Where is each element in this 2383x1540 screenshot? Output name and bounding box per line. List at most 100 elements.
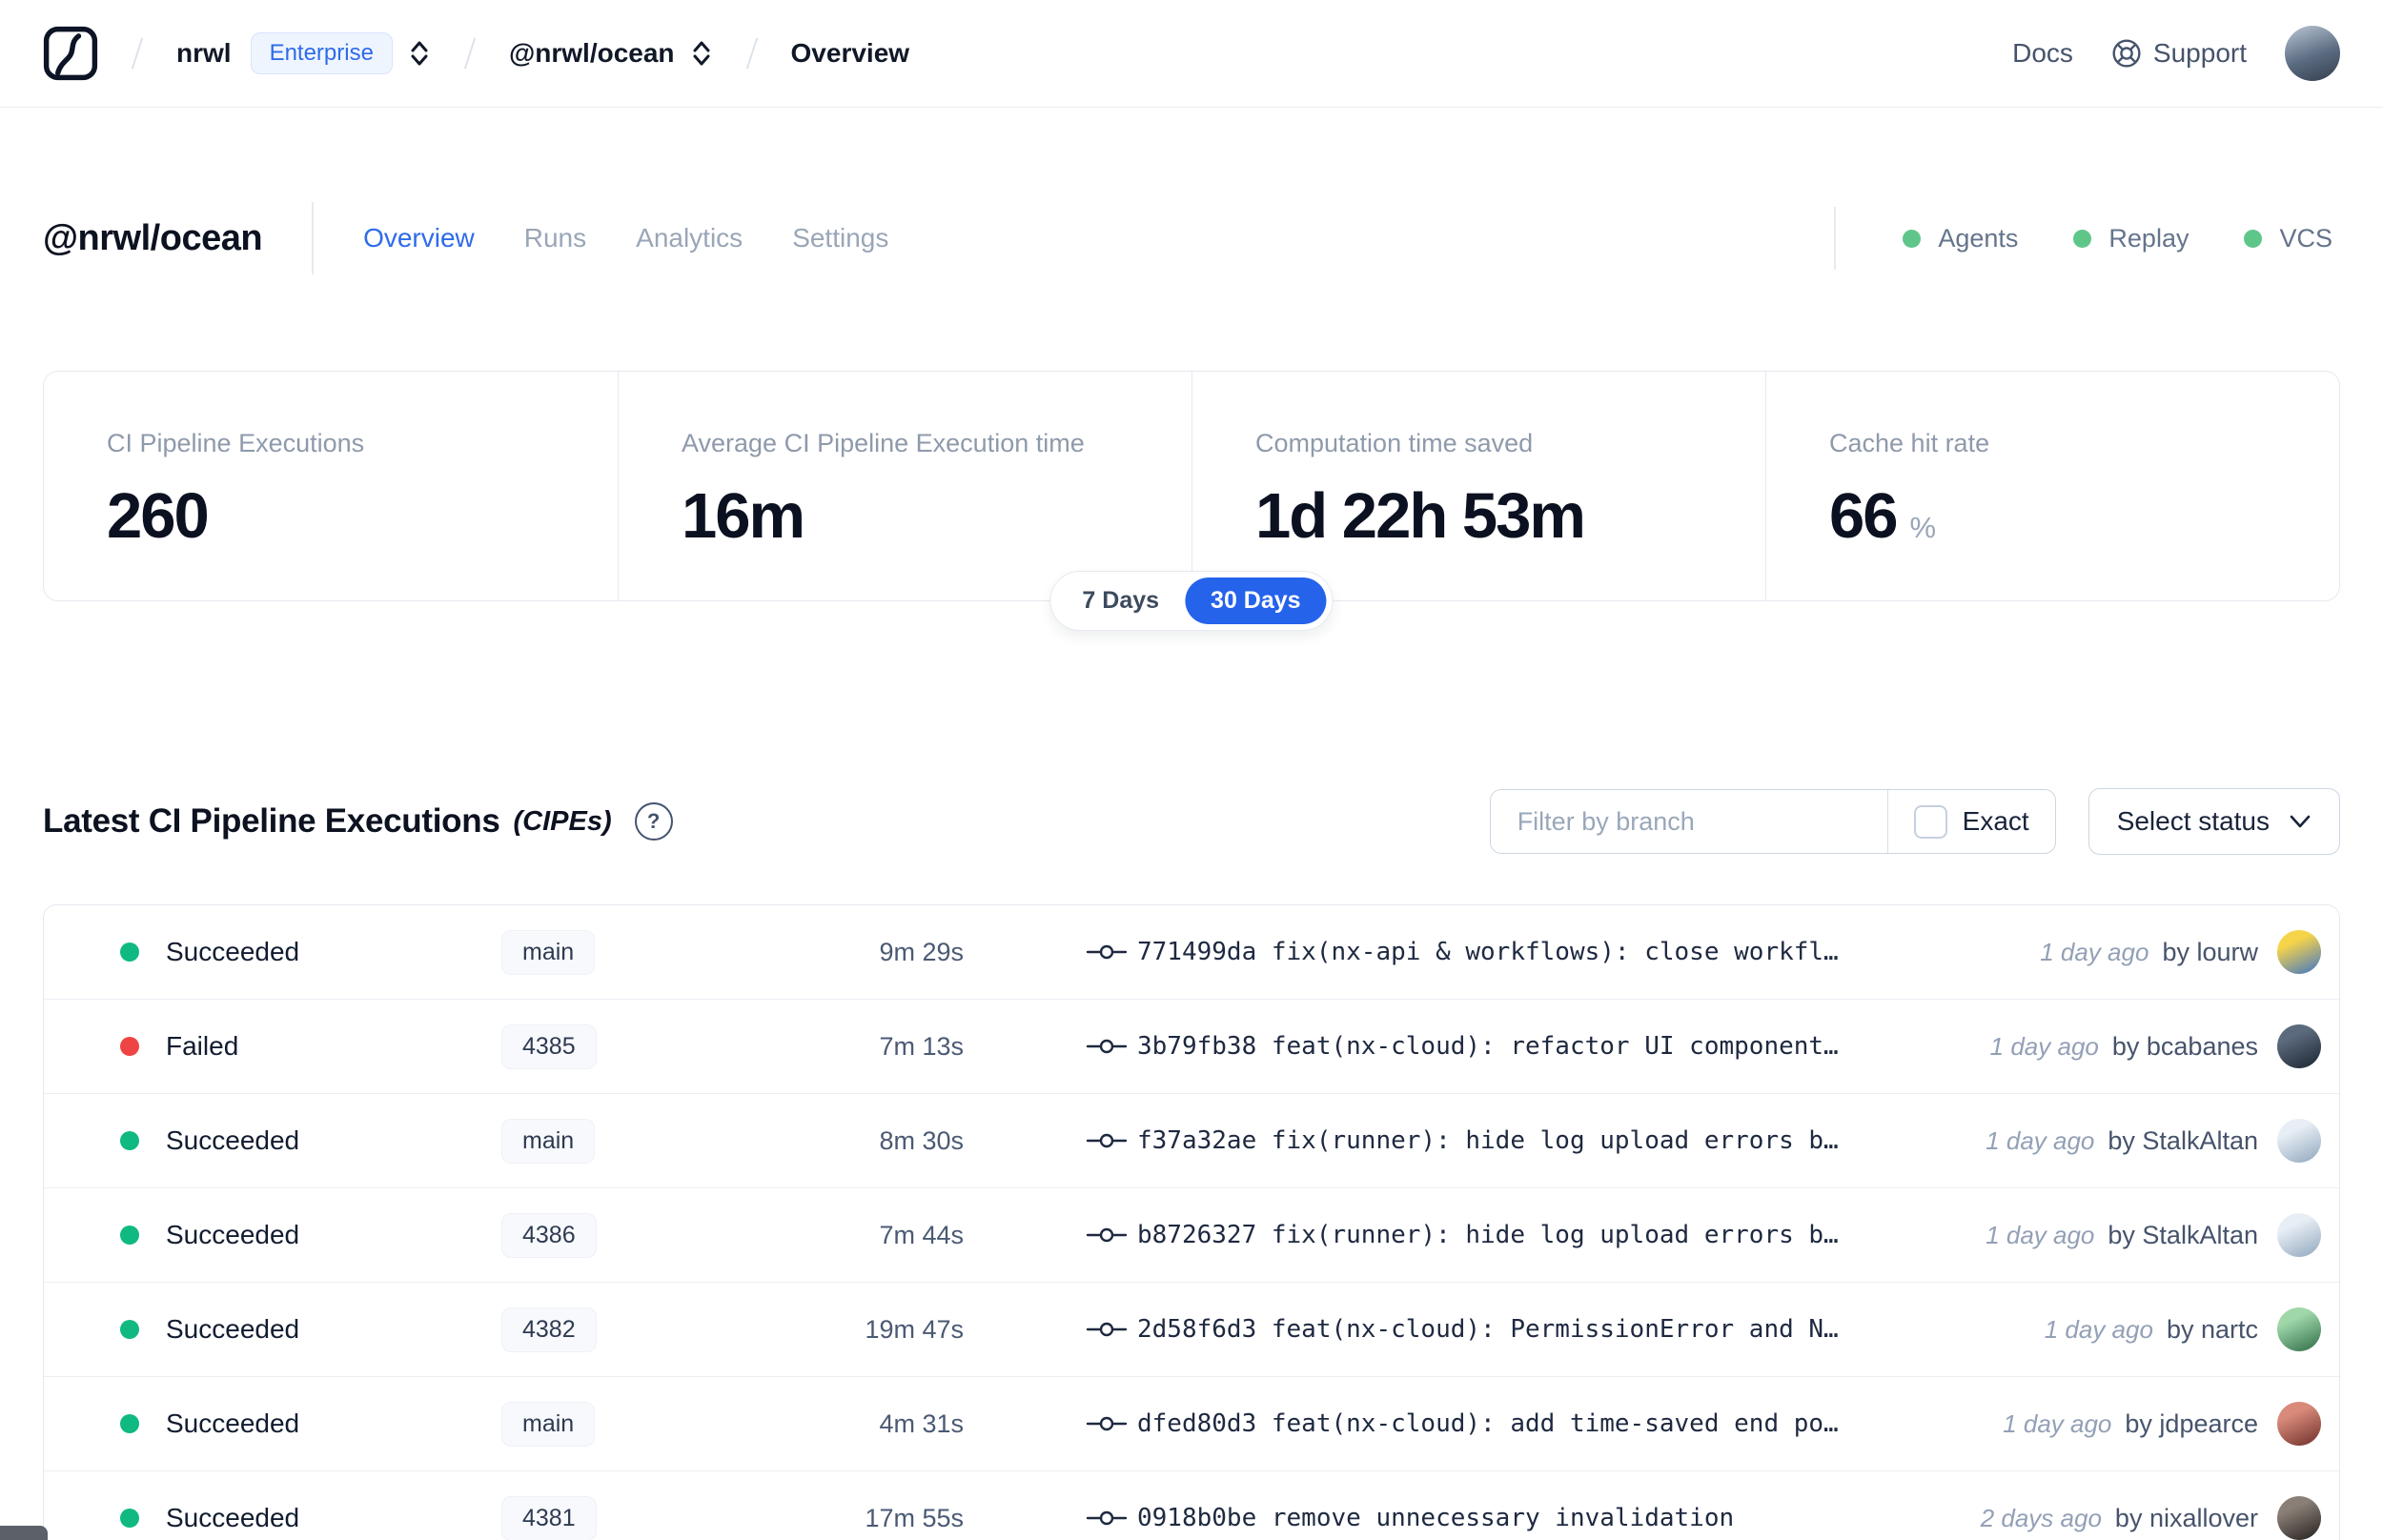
stat-average-execution-time: Average CI Pipeline Execution time 16m (618, 372, 1192, 600)
status-dot (120, 1509, 139, 1528)
help-icon[interactable]: ? (634, 802, 673, 841)
avatar[interactable] (2277, 1213, 2321, 1257)
commit-time: 2 days ago (1980, 1503, 2102, 1532)
status-label: Succeeded (166, 937, 300, 966)
commit-meta: 2 days ago by nixallover (1981, 1496, 2321, 1540)
tab-runs[interactable]: Runs (524, 223, 586, 253)
duration: 7m 13s (879, 1031, 964, 1061)
branch-badge[interactable]: main (501, 1401, 596, 1447)
service-status-replay[interactable]: Replay (2073, 224, 2189, 253)
branch-badge[interactable]: 4381 (501, 1495, 597, 1540)
stat-ci-pipeline-executions: CI Pipeline Executions 260 (107, 429, 365, 552)
breadcrumb-separator (463, 37, 477, 70)
table-row[interactable]: Succeeded 4381 17m 55s 0918b0be remove u… (44, 1470, 2339, 1540)
cipe-table: Succeeded main 9m 29s 771499da fix(nx-ap… (43, 904, 2340, 1540)
range-30-days-button[interactable]: 30 Days (1185, 578, 1327, 624)
branch-badge[interactable]: main (501, 929, 596, 975)
workspace-switcher-chevron-icon[interactable] (690, 38, 713, 69)
branch-filter-input[interactable] (1490, 790, 1887, 853)
range-7-days-button[interactable]: 7 Days (1056, 578, 1185, 624)
support-link[interactable]: Support (2111, 38, 2247, 69)
commit-time: 1 day ago (1986, 1220, 2095, 1249)
status-label: Failed (166, 1031, 239, 1061)
tab-overview[interactable]: Overview (363, 223, 475, 253)
status-dot (120, 942, 139, 962)
table-row[interactable]: Failed 4385 7m 13s 3b79fb38 feat(nx-clou… (44, 999, 2339, 1093)
commit-time: 1 day ago (1989, 1031, 2099, 1061)
workspace-tabs: Overview Runs Analytics Settings (363, 223, 888, 253)
table-row[interactable]: Succeeded main 9m 29s 771499da fix(nx-ap… (44, 905, 2339, 999)
exact-label: Exact (1962, 806, 2029, 836)
branch-filter-group: Exact (1489, 789, 2056, 854)
commit-message[interactable]: 3b79fb38 feat(nx-cloud): refactor UI com… (1137, 1032, 1990, 1061)
cipe-section-header: Latest CI Pipeline Executions (CIPEs) ? … (43, 788, 2340, 855)
commit-time: 1 day ago (2044, 1314, 2153, 1344)
exact-filter[interactable]: Exact (1886, 790, 2055, 853)
commit-message[interactable]: 771499da fix(nx-api & workflows): close … (1137, 938, 2040, 966)
git-commit-icon (1086, 1127, 1128, 1154)
table-row[interactable]: Succeeded 4386 7m 44s b8726327 fix(runne… (44, 1187, 2339, 1282)
tab-analytics[interactable]: Analytics (636, 223, 743, 253)
avatar[interactable] (2277, 1402, 2321, 1446)
branch-badge[interactable]: 4386 (501, 1212, 597, 1258)
status-dot (120, 1131, 139, 1150)
git-commit-icon (1086, 939, 1128, 965)
user-avatar[interactable] (2285, 26, 2340, 81)
browser-status-artifact (0, 1526, 48, 1540)
cipe-table-body: Succeeded main 9m 29s 771499da fix(nx-ap… (44, 905, 2339, 1540)
breadcrumb-workspace[interactable]: @nrwl/ocean (509, 38, 675, 69)
branch-badge[interactable]: 4382 (501, 1307, 597, 1352)
docs-link[interactable]: Docs (2012, 38, 2073, 69)
status-divider (1834, 207, 1837, 270)
cipe-filters: Exact Select status (1489, 788, 2340, 855)
table-row[interactable]: Succeeded main 8m 30s f37a32ae fix(runne… (44, 1093, 2339, 1187)
status-dot (120, 1037, 139, 1056)
avatar[interactable] (2277, 1307, 2321, 1351)
status-select-button[interactable]: Select status (2088, 788, 2340, 855)
service-status-agents[interactable]: Agents (1903, 224, 2018, 253)
commit-message[interactable]: 0918b0be remove unnecessary invalidation (1137, 1504, 1981, 1532)
breadcrumb-org[interactable]: nrwl (176, 38, 232, 69)
nx-cloud-logo-icon[interactable] (43, 26, 98, 81)
exact-checkbox[interactable] (1913, 804, 1947, 839)
duration: 7m 44s (879, 1220, 964, 1249)
branch-cell: 4386 (501, 1212, 816, 1258)
service-status-dot (2244, 229, 2263, 248)
git-commit-icon (1086, 1033, 1128, 1060)
table-row[interactable]: Succeeded 4382 19m 47s 2d58f6d3 feat(nx-… (44, 1282, 2339, 1376)
stats-card-strip: CI Pipeline Executions 260 Average CI Pi… (43, 371, 2340, 631)
duration: 8m 30s (879, 1125, 964, 1155)
commit-meta: 1 day ago by StalkAltan (1986, 1213, 2321, 1257)
service-status-dot (1903, 229, 1922, 248)
avatar[interactable] (2277, 1119, 2321, 1163)
branch-cell: main (501, 929, 816, 975)
commit-message[interactable]: dfed80d3 feat(nx-cloud): add time-saved … (1137, 1409, 2003, 1438)
duration: 4m 31s (879, 1408, 964, 1438)
branch-cell: main (501, 1118, 816, 1164)
status-dot (120, 1226, 139, 1245)
branch-badge[interactable]: 4385 (501, 1023, 597, 1069)
commit-author: by nartc (2166, 1314, 2258, 1344)
commit-message[interactable]: f37a32ae fix(runner): hide log upload er… (1137, 1126, 1986, 1155)
avatar[interactable] (2277, 1496, 2321, 1540)
avatar[interactable] (2277, 930, 2321, 974)
commit-author: by nixallover (2114, 1503, 2258, 1532)
avatar[interactable] (2277, 1024, 2321, 1068)
breadcrumb-page: Overview (790, 38, 910, 68)
duration: 19m 47s (865, 1314, 964, 1344)
commit-author: by jdpearce (2125, 1408, 2258, 1438)
breadcrumb-separator (131, 37, 144, 70)
commit-time: 1 day ago (2003, 1408, 2112, 1438)
service-status-vcs[interactable]: VCS (2244, 224, 2332, 253)
status-dot (120, 1320, 139, 1339)
commit-author: by lourw (2162, 937, 2258, 966)
commit-message[interactable]: 2d58f6d3 feat(nx-cloud): PermissionError… (1137, 1315, 2045, 1344)
tab-settings[interactable]: Settings (792, 223, 888, 253)
commit-author: by StalkAltan (2108, 1220, 2258, 1249)
branch-badge[interactable]: main (501, 1118, 596, 1164)
commit-meta: 1 day ago by StalkAltan (1986, 1119, 2321, 1163)
table-row[interactable]: Succeeded main 4m 31s dfed80d3 feat(nx-c… (44, 1376, 2339, 1470)
commit-time: 1 day ago (2040, 937, 2149, 966)
commit-message[interactable]: b8726327 fix(runner): hide log upload er… (1137, 1221, 1986, 1249)
org-switcher-chevron-icon[interactable] (408, 38, 431, 69)
